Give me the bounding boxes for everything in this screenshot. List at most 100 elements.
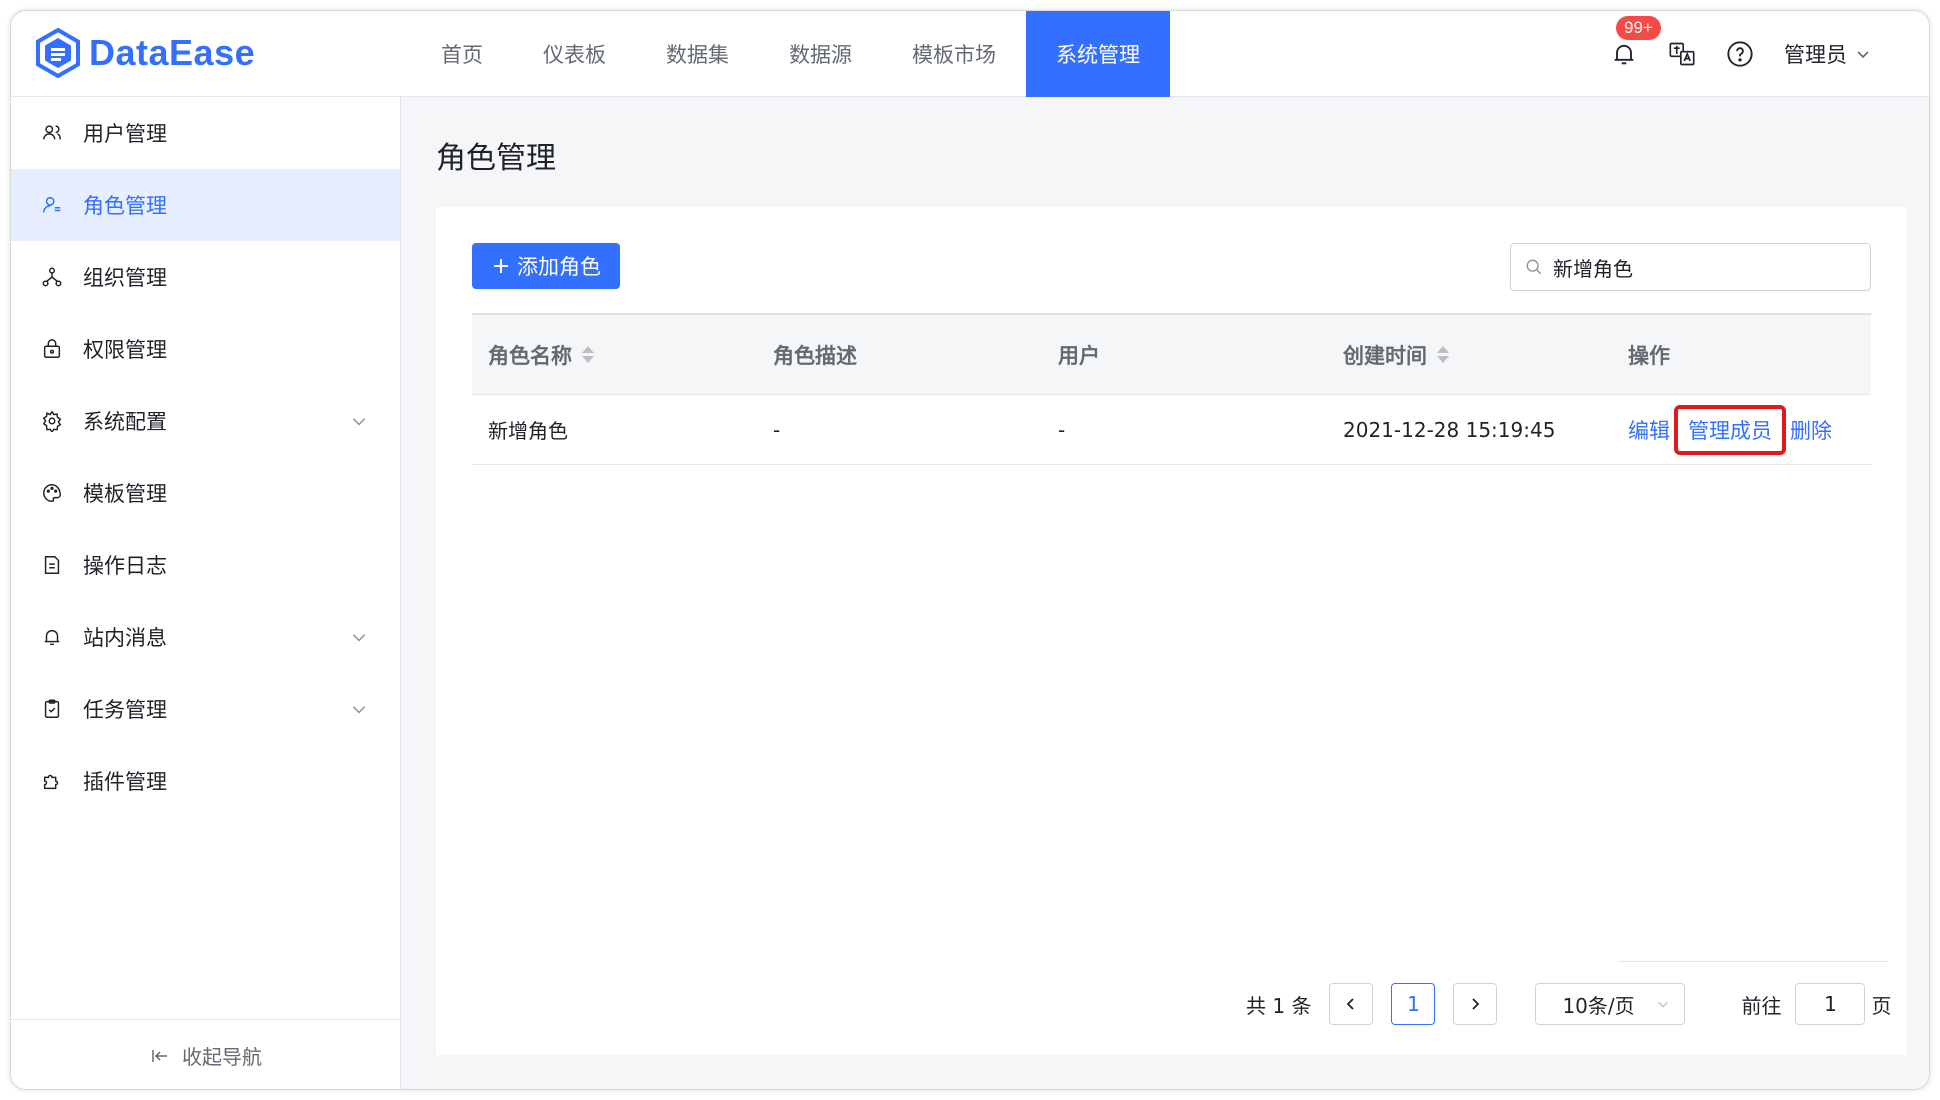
user-menu[interactable]: 管理员 [1784,39,1871,69]
sidebar-item-label: 站内消息 [83,626,167,650]
top-bar: DataEase 首页 仪表板 数据集 数据源 模板市场 系统管理 99+ 管理… [11,11,1929,97]
bell-icon [1614,44,1634,65]
prev-page-button[interactable] [1329,983,1374,1025]
chevron-down-icon [352,634,366,642]
notification-badge: 99+ [1616,16,1661,40]
goto-page-input[interactable] [1795,983,1866,1025]
cell-actions: 编辑 管理成员 删除 [1612,404,1871,455]
header-created-time[interactable]: 创建时间 [1327,340,1612,370]
collapse-left-icon [152,1049,167,1062]
chevron-down-icon [352,418,366,426]
chevron-down-icon [1658,1001,1669,1008]
help-button[interactable] [1720,34,1760,74]
page-title: 角色管理 [436,141,556,176]
sidebar-item-task-management[interactable]: 任务管理 [11,673,400,745]
header-actions: 99+ 管理员 [1586,11,1871,97]
page-size-select[interactable]: 10条/页 [1535,983,1686,1025]
user-name: 管理员 [1784,43,1847,67]
sidebar-item-label: 插件管理 [83,770,167,794]
nav-datasource[interactable]: 数据源 [759,11,882,97]
delete-role-link[interactable]: 删除 [1790,415,1832,445]
main-nav: 首页 仪表板 数据集 数据源 模板市场 系统管理 [411,11,1170,97]
sidebar-item-role-management[interactable]: 角色管理 [11,169,400,241]
sort-icon[interactable] [1437,346,1449,363]
org-icon [42,267,62,287]
sidebar-item-plugin-management[interactable]: 插件管理 [11,745,400,817]
chevron-left-icon [1347,998,1355,1010]
sidebar-item-operation-log[interactable]: 操作日志 [11,529,400,601]
next-page-button[interactable] [1453,983,1498,1025]
collapse-nav-button[interactable]: 收起导航 [11,1019,401,1089]
sidebar-item-template-management[interactable]: 模板管理 [11,457,400,529]
notification-button[interactable]: 99+ [1604,16,1661,74]
add-role-label: 添加角色 [517,255,601,279]
add-role-button[interactable]: 添加角色 [472,243,620,289]
search-icon [1526,259,1542,275]
header-role-name[interactable]: 角色名称 [472,340,757,370]
cell-role-name: 新增角色 [488,419,568,443]
bell-icon [44,629,60,646]
cell-users: - [1058,417,1066,442]
help-icon [1727,41,1753,67]
sidebar-item-label: 权限管理 [83,338,167,362]
users-icon [43,125,61,140]
table-header: 角色名称 角色描述 用户 创建时间 操作 [472,313,1871,395]
lock-icon [43,339,61,358]
sidebar-item-label: 角色管理 [83,194,167,218]
gear-icon [42,410,62,432]
roles-table: 角色名称 角色描述 用户 创建时间 操作 新增角色 - - 2021-12-28… [472,313,1871,465]
sidebar-item-label: 模板管理 [83,482,167,506]
search-box [1510,243,1871,291]
nav-dataset[interactable]: 数据集 [636,11,759,97]
logo-text: DataEase [89,32,256,73]
sidebar-item-label: 组织管理 [83,266,167,290]
translate-icon [1669,42,1695,66]
page-size-value: 10条/页 [1562,993,1635,1018]
manage-members-link[interactable]: 管理成员 [1674,404,1786,455]
nav-system-management[interactable]: 系统管理 [1026,11,1170,97]
search-input[interactable] [1553,255,1853,279]
sidebar-item-messages[interactable]: 站内消息 [11,601,400,673]
table-row: 新增角色 - - 2021-12-28 15:19:45 编辑 管理成员 删除 [472,395,1871,465]
clipboard-icon [44,699,60,718]
language-button[interactable] [1662,34,1702,74]
sidebar-item-label: 任务管理 [83,698,167,722]
sidebar-item-system-config[interactable]: 系统配置 [11,385,400,457]
pagination: 共 1 条 1 10条/页 前往 页 [1246,983,1891,1025]
goto-label: 前往 [1741,993,1782,1018]
nav-home[interactable]: 首页 [411,11,513,97]
sort-icon[interactable] [582,346,594,363]
header-role-desc: 角色描述 [773,343,857,368]
document-icon [44,556,60,574]
nav-template-market[interactable]: 模板市场 [882,11,1026,97]
content-card: 添加角色 角色名称 角色描述 用户 创建时间 操作 新增角色 [436,207,1907,1055]
header-users: 用户 [1058,343,1100,368]
page-number[interactable]: 1 [1391,983,1436,1025]
pagination-total: 共 1 条 [1246,993,1312,1018]
puzzle-icon [43,774,59,790]
chevron-down-icon [1857,51,1869,59]
sidebar-item-permission-management[interactable]: 权限管理 [11,313,400,385]
plus-icon [494,259,508,273]
logo[interactable]: DataEase [35,27,255,79]
role-icon [43,196,61,213]
dataease-logo-icon [36,28,80,78]
sidebar-item-label: 用户管理 [83,122,167,146]
cell-created-time: 2021-12-28 15:19:45 [1343,417,1556,442]
sidebar-item-label: 操作日志 [83,554,167,578]
nav-dashboard[interactable]: 仪表板 [513,11,636,97]
divider [1618,961,1888,962]
header-actions: 操作 [1628,343,1670,368]
cell-role-desc: - [773,417,781,442]
chevron-right-icon [1472,998,1480,1010]
app-window: DataEase 首页 仪表板 数据集 数据源 模板市场 系统管理 99+ 管理… [10,10,1930,1090]
collapse-nav-label: 收起导航 [182,1045,262,1069]
sidebar-item-user-management[interactable]: 用户管理 [11,97,400,169]
page-suffix: 页 [1871,993,1892,1018]
sidebar: 用户管理 角色管理 组织管理 权限管理 系统配置 模板管理 操作日志 站内消息 … [11,97,401,1089]
chevron-down-icon [352,706,366,714]
edit-role-link[interactable]: 编辑 [1628,415,1670,445]
sidebar-item-org-management[interactable]: 组织管理 [11,241,400,313]
palette-icon [43,484,61,502]
sidebar-item-label: 系统配置 [83,410,167,434]
